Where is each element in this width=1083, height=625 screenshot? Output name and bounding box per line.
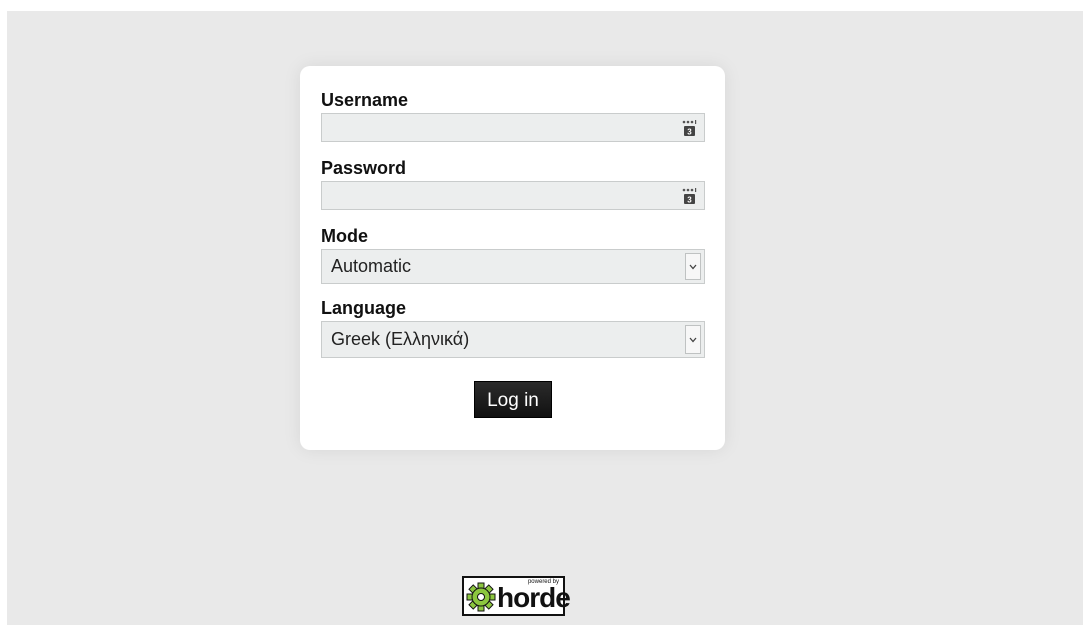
chevron-down-icon[interactable] <box>685 325 701 354</box>
svg-text:3: 3 <box>687 196 692 205</box>
language-label: Language <box>321 298 407 318</box>
page-background: Username 3 Password 3 Mode Automatic Lan… <box>7 11 1083 625</box>
password-field[interactable]: 3 <box>321 181 705 210</box>
username-field[interactable]: 3 <box>321 113 705 142</box>
horde-logo[interactable]: powered by horde <box>462 576 571 616</box>
gear-icon <box>466 582 496 612</box>
horde-wordmark: horde <box>497 582 571 613</box>
password-input[interactable] <box>322 182 704 209</box>
mode-select-value: Automatic <box>331 256 412 276</box>
password-manager-icon[interactable]: 3 <box>681 119 697 137</box>
mode-label: Mode <box>321 226 368 246</box>
password-label: Password <box>321 158 407 178</box>
language-select-value: Greek (Ελληνικά) <box>331 329 470 349</box>
username-label: Username <box>321 90 409 110</box>
svg-text:3: 3 <box>687 128 692 137</box>
login-card: Username 3 Password 3 Mode Automatic Lan… <box>300 66 725 450</box>
username-input[interactable] <box>322 114 704 141</box>
language-select[interactable]: Greek (Ελληνικά) <box>321 321 705 358</box>
password-manager-icon[interactable]: 3 <box>681 187 697 205</box>
mode-select[interactable]: Automatic <box>321 249 705 284</box>
login-button[interactable]: Log in <box>474 381 552 418</box>
chevron-down-icon[interactable] <box>685 253 701 280</box>
